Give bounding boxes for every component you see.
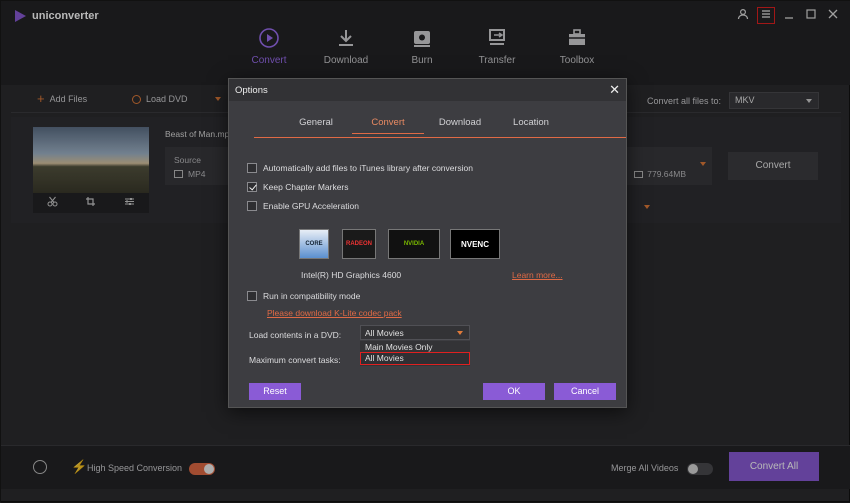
klite-link[interactable]: Please download K-Lite codec pack [267, 308, 402, 318]
dialog-header: Options ✕ [229, 79, 626, 101]
itunes-checkbox[interactable] [247, 163, 257, 173]
option-gpu[interactable]: Enable GPU Acceleration [247, 201, 359, 211]
max-tasks-label: Maximum convert tasks: [249, 355, 341, 365]
option-itunes[interactable]: Automatically add files to iTunes librar… [247, 163, 473, 173]
intel-core-badge: CORE [299, 229, 329, 259]
reset-button[interactable]: Reset [249, 383, 301, 400]
gpu-label: Enable GPU Acceleration [263, 201, 359, 211]
cancel-button[interactable]: Cancel [554, 383, 616, 400]
gpu-badges: CORE RADEON NVIDIA NVENC [299, 229, 519, 261]
learn-more-link[interactable]: Learn more... [512, 270, 563, 280]
nvidia-cuda-badge: NVIDIA [388, 229, 440, 259]
ok-button[interactable]: OK [483, 383, 545, 400]
dialog-title: Options [235, 85, 268, 96]
dvd-select-value: All Movies [365, 328, 404, 338]
tab-general[interactable]: General [280, 117, 352, 128]
dvd-label: Load contents in a DVD: [249, 330, 342, 340]
chevron-down-icon [457, 331, 463, 335]
dvd-dropdown-menu: Main Movies Only All Movies [360, 341, 470, 366]
gpu-name: Intel(R) HD Graphics 4600 [301, 270, 402, 280]
tab-convert[interactable]: Convert [352, 117, 424, 134]
tab-download[interactable]: Download [424, 117, 496, 128]
itunes-label: Automatically add files to iTunes librar… [263, 163, 473, 173]
option-compat[interactable]: Run in compatibility mode [247, 291, 360, 301]
chapter-markers-checkbox[interactable] [247, 182, 257, 192]
dvd-option-all[interactable]: All Movies [360, 352, 470, 365]
app-window: uniconverter Convert Download Burn Trans… [0, 0, 850, 503]
dvd-option-main[interactable]: Main Movies Only [365, 342, 433, 352]
amd-radeon-badge: RADEON [342, 229, 376, 259]
options-dialog: Options ✕ General Convert Download Locat… [228, 78, 627, 408]
compat-label: Run in compatibility mode [263, 291, 361, 301]
option-chapter-markers[interactable]: Keep Chapter Markers [247, 182, 349, 192]
dvd-select[interactable]: All Movies [360, 325, 470, 340]
chapter-markers-label: Keep Chapter Markers [263, 182, 349, 192]
close-icon[interactable]: ✕ [609, 82, 620, 98]
options-tabs: General Convert Download Location [254, 113, 626, 138]
tab-location[interactable]: Location [495, 117, 567, 128]
nvidia-nvenc-badge: NVENC [450, 229, 500, 259]
compat-checkbox[interactable] [247, 291, 257, 301]
gpu-checkbox[interactable] [247, 201, 257, 211]
